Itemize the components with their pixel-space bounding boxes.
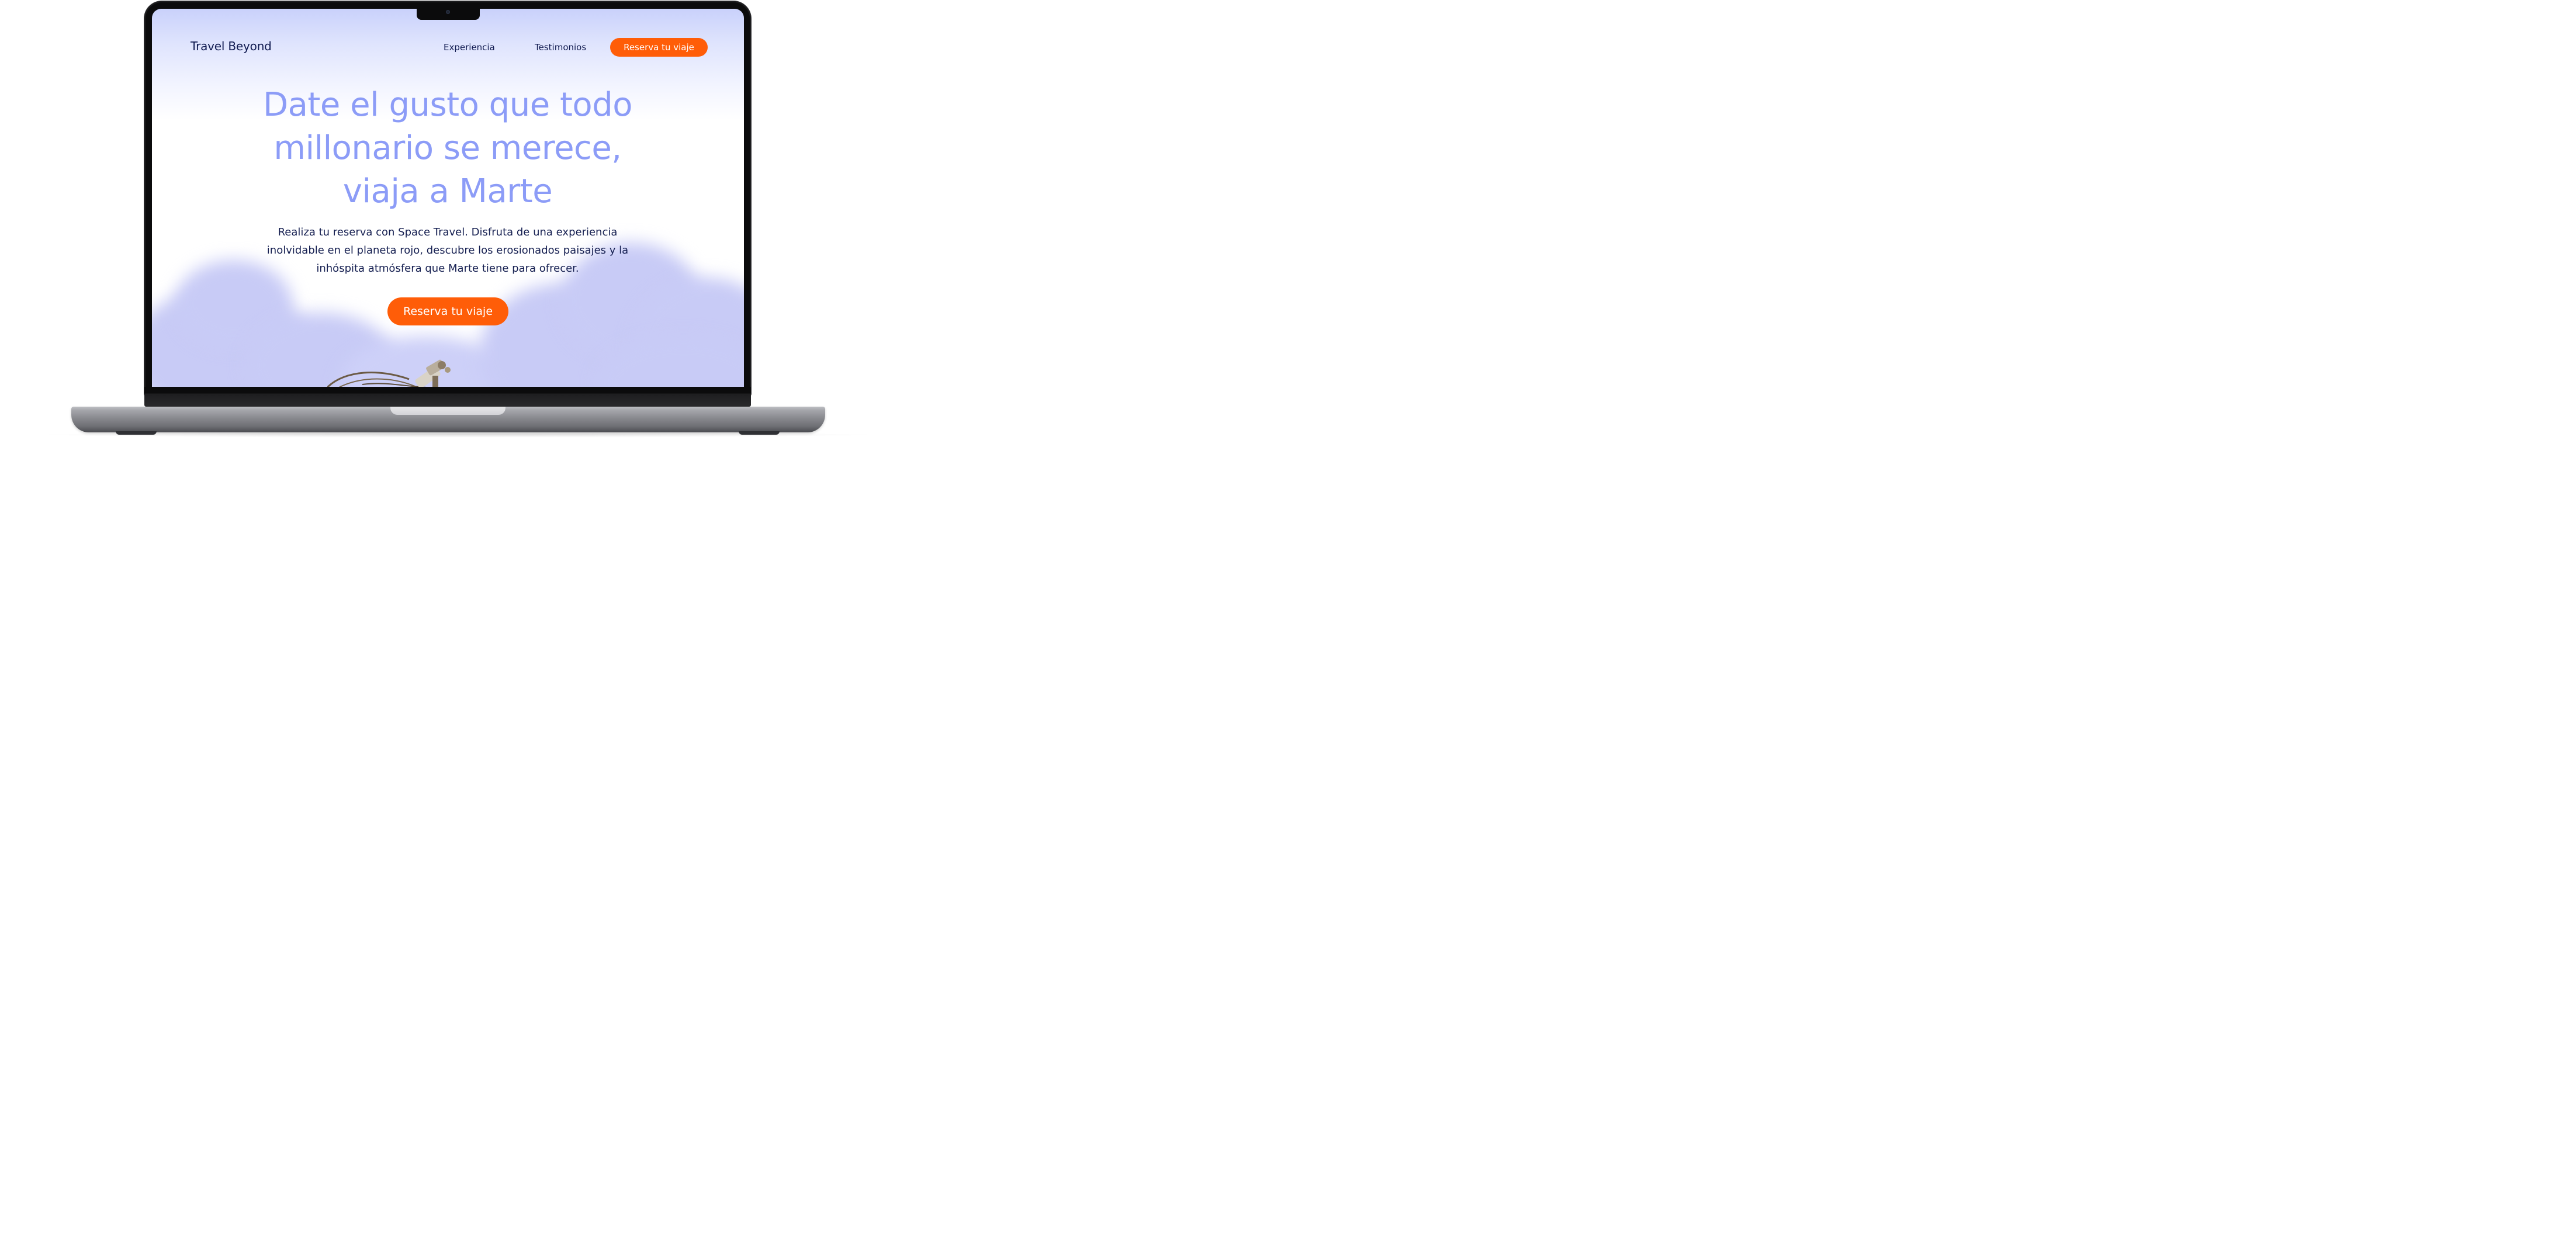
laptop-foot-left [116,431,157,435]
nav-link-experiencia[interactable]: Experiencia [444,42,495,53]
camera-icon [446,10,450,14]
hero-description-line: inhóspita atmósfera que Marte tiene para… [316,262,579,275]
hero-title-line: millonario se merece, [273,129,622,167]
site-logo[interactable]: Travel Beyond [191,39,272,53]
screen-notch [417,9,480,20]
satellite-illustration [327,359,451,387]
hero-description-line: Realiza tu reserva con Space Travel. Dis… [278,226,618,238]
hero-title: Date el gusto que todo millonario se mer… [214,84,681,213]
nav-link-testimonios[interactable]: Testimonios [535,42,586,53]
laptop-bezel-bottom [144,387,751,407]
site-header: Travel Beyond Experiencia Testimonios Re… [152,37,744,58]
website-screen: Travel Beyond Experiencia Testimonios Re… [152,9,744,387]
nav-reserve-button[interactable]: Reserva tu viaje [610,38,708,57]
laptop-foot-right [739,431,780,435]
hero-description: Realiza tu reserva con Space Travel. Dis… [255,223,640,278]
hero-title-line: viaja a Marte [342,172,553,210]
laptop-opening-notch [390,407,505,415]
hero-description-line: inolvidable en el planeta rojo, descubre… [266,244,629,256]
hero-title-line: Date el gusto que todo [262,86,633,124]
hero-reserve-button[interactable]: Reserva tu viaje [387,297,508,325]
